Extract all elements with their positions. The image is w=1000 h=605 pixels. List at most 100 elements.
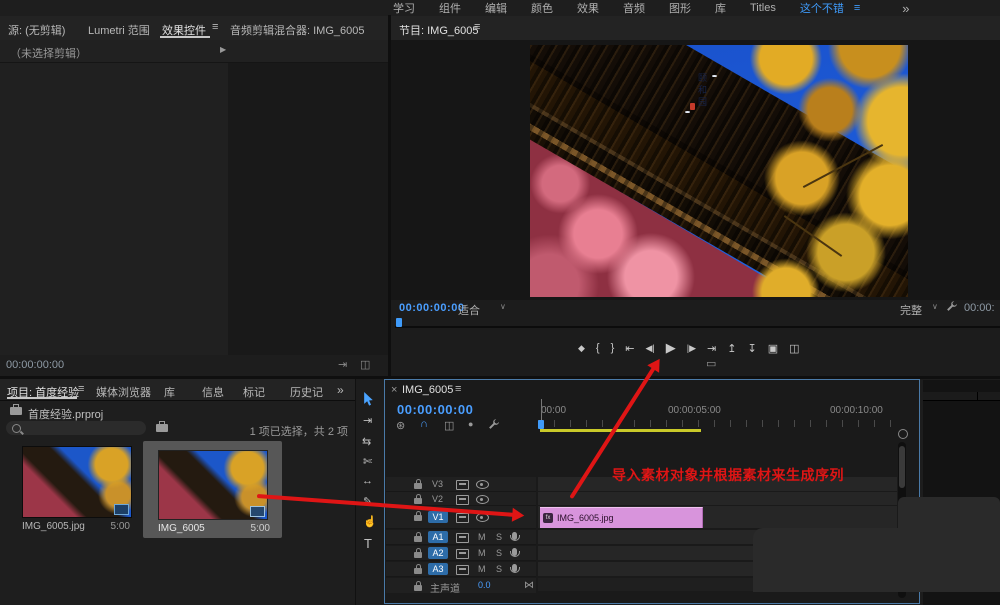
export-frame-button[interactable]: ▣ (768, 342, 778, 355)
safe-margins-button[interactable]: ▭ (706, 357, 716, 370)
play-button[interactable]: ▶ (666, 340, 676, 356)
menu-item-audio[interactable]: 音频 (623, 0, 645, 16)
track-output-icon[interactable] (456, 480, 469, 490)
scrollbar-thumb[interactable] (899, 446, 905, 488)
source-patch-a3[interactable]: A3 (428, 563, 448, 575)
nest-icon[interactable]: ⊛ (396, 419, 405, 432)
go-to-out-button[interactable]: ⇥ (707, 342, 716, 355)
project-item-label[interactable]: IMG_6005.jpg (22, 521, 85, 532)
project-panel-menu-icon[interactable]: ≡ (78, 383, 84, 395)
tab-timeline-sequence[interactable]: IMG_6005 (402, 384, 453, 396)
menu-item-color[interactable]: 颜色 (531, 0, 553, 16)
track-name[interactable]: V3 (432, 479, 443, 489)
master-level-value[interactable]: 0.0 (478, 580, 491, 590)
tab-libraries[interactable]: 库 (164, 384, 175, 400)
expand-arrow-icon[interactable]: ▶ (220, 45, 226, 54)
lift-button[interactable]: ↥ (727, 342, 736, 355)
voiceover-record-icon[interactable] (512, 564, 517, 572)
menu-item-graphics[interactable]: 图形 (669, 0, 691, 16)
track-output-icon[interactable] (456, 495, 469, 505)
timeline-ruler[interactable] (538, 420, 898, 427)
program-scrubber-track[interactable] (395, 326, 1000, 328)
project-item-thumbnail[interactable] (22, 446, 132, 518)
timeline-tab-close-icon[interactable]: × (391, 384, 397, 396)
mute-button[interactable]: M (478, 532, 486, 542)
track-lane-v2[interactable] (538, 492, 897, 505)
play-around-icon[interactable]: ⇥ (338, 358, 347, 371)
menu-item-assembly[interactable]: 组件 (439, 0, 461, 16)
program-current-timecode[interactable]: 00:00:00:00 (399, 302, 464, 314)
voiceover-record-icon[interactable] (512, 532, 517, 540)
timeline-timecode[interactable]: 00:00:00:00 (397, 402, 473, 417)
track-select-tool[interactable]: ⇥ (363, 414, 372, 427)
solo-button[interactable]: S (496, 532, 502, 542)
track-name[interactable]: V2 (432, 494, 443, 504)
snap-icon[interactable]: ∩ (420, 418, 428, 430)
tab-markers[interactable]: 标记 (243, 384, 265, 400)
toggle-track-visibility-icon[interactable] (476, 495, 489, 504)
source-patch-v1[interactable]: V1 (428, 511, 448, 523)
go-to-in-button[interactable]: ⇤ (625, 342, 634, 355)
lock-icon[interactable] (414, 515, 422, 521)
project-item-thumbnail[interactable] (158, 450, 268, 520)
lock-icon[interactable] (414, 536, 422, 542)
tab-source-monitor[interactable]: 源: (无剪辑) (8, 22, 65, 38)
menu-item-libraries[interactable]: 库 (715, 0, 726, 16)
lock-icon[interactable] (414, 498, 422, 504)
track-output-icon[interactable] (456, 533, 469, 543)
step-forward-button[interactable]: |▶ (687, 343, 696, 354)
lock-icon[interactable] (414, 585, 422, 591)
settings-wrench-icon[interactable] (946, 300, 958, 312)
linked-selection-icon[interactable]: ◫ (444, 419, 454, 432)
mark-in-button[interactable]: { (596, 342, 600, 354)
track-output-icon[interactable] (456, 513, 469, 523)
work-area-bar[interactable] (540, 429, 701, 432)
fit-sequence-icon[interactable]: ⋈ (524, 580, 534, 591)
playback-resolution-select[interactable]: 完整 (900, 302, 922, 318)
lock-icon[interactable] (414, 483, 422, 489)
tab-history[interactable]: 历史记 (290, 384, 323, 400)
razor-tool[interactable]: ✄ (363, 455, 372, 468)
solo-button[interactable]: S (496, 564, 502, 574)
tab-program-monitor[interactable]: 节目: IMG_6005 (399, 22, 478, 38)
add-marker-icon[interactable]: ● (468, 419, 473, 429)
timeline-zoom-knob[interactable] (898, 429, 908, 439)
timeline-clip[interactable]: fx IMG_6005.jpg (540, 507, 703, 528)
tab-audio-clip-mixer[interactable]: 音频剪辑混合器: IMG_6005 (230, 22, 364, 38)
new-bin-icon[interactable] (156, 424, 168, 432)
mute-button[interactable]: M (478, 548, 486, 558)
project-tabs-overflow-icon[interactable]: » (337, 383, 344, 397)
comparison-view-button[interactable]: ◫ (789, 342, 799, 355)
menu-item-effects[interactable]: 效果 (577, 0, 599, 16)
selection-tool[interactable] (363, 392, 375, 406)
solo-button[interactable]: S (496, 548, 502, 558)
hand-tool[interactable]: ☝ (363, 515, 377, 528)
step-back-button[interactable]: ◀| (646, 343, 655, 354)
timeline-playhead[interactable] (538, 420, 544, 429)
program-playhead[interactable] (396, 318, 402, 327)
source-patch-a2[interactable]: A2 (428, 547, 448, 559)
effect-controls-panel-menu-icon[interactable]: ≡ (212, 21, 218, 33)
lock-icon[interactable] (414, 552, 422, 558)
tab-info[interactable]: 信息 (202, 384, 224, 400)
type-tool[interactable]: T (364, 536, 372, 551)
voiceover-record-icon[interactable] (512, 548, 517, 556)
extract-button[interactable]: ↧ (747, 342, 756, 355)
menu-item-editing[interactable]: 编辑 (485, 0, 507, 16)
toggle-track-visibility-icon[interactable] (476, 480, 489, 489)
timeline-settings-wrench-icon[interactable] (488, 418, 500, 430)
loop-icon[interactable]: ◫ (360, 358, 370, 371)
menu-item-learn[interactable]: 学习 (393, 0, 415, 16)
workspace-current[interactable]: 这个不错 (800, 0, 844, 16)
workspace-overflow-icon[interactable]: » (902, 1, 909, 16)
search-input[interactable] (6, 421, 146, 435)
source-patch-a1[interactable]: A1 (428, 531, 448, 543)
menu-item-titles[interactable]: Titles (750, 2, 776, 14)
zoom-level-select[interactable]: 适合 (458, 302, 480, 318)
timeline-panel-menu-icon[interactable]: ≡ (455, 383, 461, 395)
add-marker-button[interactable]: ◆ (578, 343, 585, 354)
tab-lumetri-scopes[interactable]: Lumetri 范围 (88, 22, 150, 38)
lock-icon[interactable] (414, 568, 422, 574)
project-item-label[interactable]: IMG_6005 (158, 523, 205, 534)
workspace-menu-icon[interactable]: ≡ (854, 2, 860, 14)
